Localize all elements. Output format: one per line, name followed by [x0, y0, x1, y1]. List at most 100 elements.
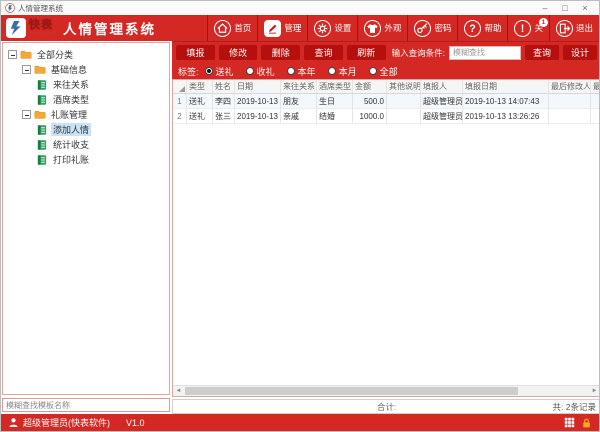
query-button[interactable]: 查询: [304, 45, 343, 60]
column-header-8[interactable]: 填报日期: [463, 80, 549, 93]
category-tree: 全部分类基础信息来往关系酒席类型礼账管理添加人情统计收支打印礼账: [3, 47, 169, 167]
column-header-5[interactable]: 金额: [353, 80, 387, 93]
table-row-1[interactable]: 2送礼张三2019-10-13亲戚结婚1000.0超级管理员2019-10-13…: [173, 109, 600, 124]
nav-settings[interactable]: 设置: [307, 15, 357, 41]
modify-button[interactable]: 修改: [219, 45, 258, 60]
column-header-7[interactable]: 填报人: [421, 80, 463, 93]
horizontal-scrollbar[interactable]: ◄ ►: [173, 385, 600, 396]
tree-item-6[interactable]: 统计收支: [3, 137, 169, 152]
table-cell: [591, 109, 600, 123]
category-tree-panel: 全部分类基础信息来往关系酒席类型礼账管理添加人情统计收支打印礼账: [2, 42, 170, 395]
column-header-0[interactable]: 类型: [187, 80, 213, 93]
column-header-3[interactable]: 来往关系: [281, 80, 317, 93]
shirt-icon: [364, 20, 381, 37]
tree-item-2[interactable]: 来往关系: [3, 77, 169, 92]
tree-item-3[interactable]: 酒席类型: [3, 92, 169, 107]
nav-label: 密码: [434, 22, 451, 34]
nav-home[interactable]: 首页: [207, 15, 257, 41]
radio-icon: [287, 67, 295, 75]
filter-radio-0[interactable]: 送礼: [205, 65, 234, 78]
maximize-button[interactable]: □: [555, 2, 575, 15]
page-title: 人情管理系统: [63, 18, 156, 38]
filter-radio-4[interactable]: 全部: [369, 65, 398, 78]
tree-item-4[interactable]: 礼账管理: [3, 107, 169, 122]
row-number: 2: [173, 109, 187, 123]
svg-text:!: !: [521, 23, 525, 35]
tree-item-7[interactable]: 打印礼账: [3, 152, 169, 167]
minimize-button[interactable]: –: [535, 2, 555, 15]
table-cell: 朋友: [281, 94, 317, 108]
filter-bar: 标签: 送礼收礼 本年本月全部: [172, 63, 600, 79]
search-button[interactable]: 查询: [525, 45, 559, 60]
tree-item-label: 添加人情: [51, 123, 91, 136]
form-icon: [36, 154, 48, 166]
tree-item-label: 基础信息: [49, 63, 89, 76]
nav-about[interactable]: !关1: [507, 15, 549, 41]
kuaibiao-logo-icon: [6, 18, 26, 38]
radio-icon: [205, 67, 213, 75]
row-number: 1: [173, 94, 187, 108]
table-cell: 送礼: [187, 94, 213, 108]
data-grid-panel: 类型姓名日期来往关系酒席类型金额其他说明填报人填报日期最后修改人最后修改 1送礼…: [172, 79, 600, 397]
filter-radio-2[interactable]: 本年: [287, 65, 316, 78]
notification-badge: 1: [539, 18, 548, 27]
tree-item-1[interactable]: 基础信息: [3, 62, 169, 77]
lock-icon[interactable]: [581, 417, 592, 429]
radio-icon: [328, 67, 336, 75]
nav-label: 首页: [234, 22, 251, 34]
exit-icon: [556, 20, 573, 37]
column-header-4[interactable]: 酒席类型: [317, 80, 353, 93]
refresh-button[interactable]: 刷新: [347, 45, 386, 60]
tree-item-5[interactable]: 添加人情: [3, 122, 169, 137]
radio-label: 本年: [298, 65, 316, 78]
filter-label: 标签:: [178, 65, 199, 78]
tree-item-label: 全部分类: [35, 48, 75, 61]
collapse-icon[interactable]: [8, 50, 17, 59]
nav-manage[interactable]: 管理: [257, 15, 307, 41]
close-button[interactable]: ×: [575, 2, 595, 15]
corner-triangle-icon: [179, 86, 185, 92]
scroll-left-arrow-icon[interactable]: ◄: [173, 386, 184, 396]
table-cell: [549, 109, 591, 123]
design-button[interactable]: 设计: [563, 45, 597, 60]
toolbar: 填报修改删除查询刷新输入查询条件: 查询设计: [172, 41, 600, 63]
table-cell: 500.0: [353, 94, 387, 108]
table-cell: 2019-10-13 13:26:26: [463, 109, 549, 123]
grid-header-row: 类型姓名日期来往关系酒席类型金额其他说明填报人填报日期最后修改人最后修改: [173, 80, 600, 94]
nav-help[interactable]: ?帮助: [457, 15, 507, 41]
scrollbar-thumb[interactable]: [185, 387, 518, 395]
fill-report-button[interactable]: 填报: [176, 45, 215, 60]
folder-icon: [34, 64, 46, 76]
app-icon: [5, 3, 15, 13]
column-header-1[interactable]: 姓名: [213, 80, 235, 93]
nav-exit[interactable]: 退出: [549, 15, 599, 41]
nav-label: 外观: [384, 22, 401, 34]
select-all-corner[interactable]: [173, 80, 187, 93]
column-header-6[interactable]: 其他说明: [387, 80, 421, 93]
query-condition-input[interactable]: [449, 46, 521, 60]
column-header-10[interactable]: 最后修改: [591, 80, 600, 93]
template-search-input[interactable]: [2, 398, 170, 412]
filter-radio-3[interactable]: 本月: [328, 65, 357, 78]
nav-password[interactable]: 密码: [407, 15, 457, 41]
grid-view-icon[interactable]: [564, 417, 575, 428]
column-header-9[interactable]: 最后修改人: [549, 80, 591, 93]
scroll-right-arrow-icon[interactable]: ►: [589, 386, 600, 396]
delete-button[interactable]: 删除: [261, 45, 300, 60]
tree-item-0[interactable]: 全部分类: [3, 47, 169, 62]
folder-icon: [34, 109, 46, 121]
filter-radio-1[interactable]: 收礼: [246, 65, 275, 78]
table-cell: 亲戚: [281, 109, 317, 123]
nav-appearance[interactable]: 外观: [357, 15, 407, 41]
logo-text: 快表 KUAI BIAO: [29, 20, 56, 36]
form-icon: [36, 94, 48, 106]
collapse-icon[interactable]: [22, 110, 31, 119]
home-icon: [214, 20, 231, 37]
collapse-icon[interactable]: [22, 65, 31, 74]
tree-item-label: 来往关系: [51, 78, 91, 91]
window-title: 人情管理系统: [18, 3, 535, 14]
table-row-0[interactable]: 1送礼李四2019-10-13朋友生日500.0超级管理员2019-10-13 …: [173, 94, 600, 109]
exclamation-icon: !: [514, 20, 531, 37]
radio-icon: [369, 67, 377, 75]
column-header-2[interactable]: 日期: [235, 80, 281, 93]
